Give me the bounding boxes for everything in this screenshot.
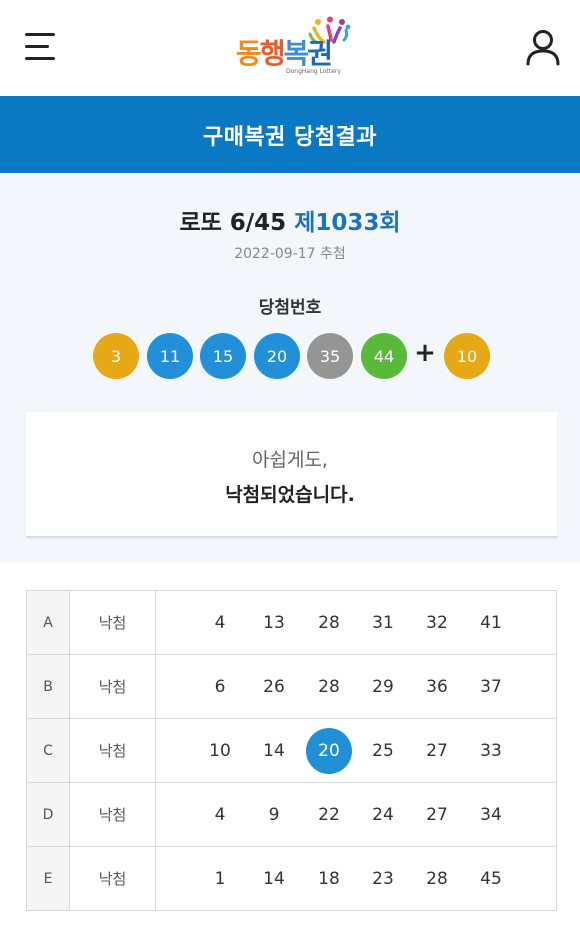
ticket-number: 10 [209, 740, 231, 761]
winning-ball: 11 [147, 333, 193, 379]
winning-ball: 44 [361, 333, 407, 379]
ticket-result: 낙첨 [70, 847, 156, 910]
winning-ball: 20 [254, 333, 300, 379]
ticket-number: 45 [480, 868, 502, 889]
ticket-number: 22 [318, 804, 340, 825]
ticket-number: 14 [263, 868, 285, 889]
menu-line [25, 45, 49, 48]
ticket-row: C 낙첨 10 14 20 25 27 33 [26, 718, 557, 783]
page-title-bar: 구매복권 당첨결과 [0, 96, 580, 173]
logo-text: 동행복권 [236, 32, 333, 72]
ticket-letter: B [27, 655, 70, 718]
menu-line [25, 57, 55, 60]
winning-ball: 3 [93, 333, 139, 379]
logo-char: 동 [236, 37, 262, 70]
logo-char: 권 [307, 37, 333, 70]
logo-subtitle: DongHang Lottery [286, 68, 341, 75]
menu-line [25, 33, 55, 36]
ticket-number: 25 [372, 740, 394, 761]
matched-ball: 20 [306, 727, 352, 774]
ticket-number: 26 [263, 676, 285, 697]
ticket-number: 6 [214, 676, 226, 697]
ticket-result: 낙첨 [70, 783, 156, 846]
ticket-number: 33 [480, 740, 502, 761]
round-number: 제1033회 [294, 210, 401, 236]
plus-sign: + [414, 338, 436, 368]
logo[interactable]: 동행복권 DongHang Lottery [232, 16, 352, 80]
winning-ball: 35 [307, 333, 353, 379]
ticket-number: 18 [318, 868, 340, 889]
ticket-result: 낙첨 [70, 655, 156, 718]
ticket-letter: A [27, 591, 70, 654]
ticket-number: 23 [372, 868, 394, 889]
result-message-line1: 아쉽게도, [252, 449, 328, 471]
user-icon[interactable] [524, 28, 562, 68]
header: 동행복권 DongHang Lottery [0, 0, 580, 96]
ticket-letter: C [27, 719, 70, 782]
logo-char: 복 [283, 37, 310, 70]
ticket-letter: E [27, 847, 70, 910]
ticket-number: 29 [372, 676, 394, 697]
page-title: 구매복권 당첨결과 [202, 124, 378, 150]
result-message-line2: 낙첨되었습니다. [225, 484, 355, 506]
bonus-ball: 10 [444, 333, 490, 379]
ticket-row: D 낙첨 4 9 22 24 27 34 [26, 782, 557, 847]
ticket-number: 13 [263, 612, 285, 633]
ticket-row: A 낙첨 4 13 28 31 32 41 [26, 590, 557, 655]
ticket-number: 27 [426, 740, 448, 761]
winning-ball: 15 [200, 333, 246, 379]
game-name: 로또 6/45 [179, 210, 287, 236]
ticket-number: 32 [426, 612, 448, 633]
ticket-letter: D [27, 783, 70, 846]
ticket-number: 28 [318, 676, 340, 697]
ticket-number-matched: 20 [306, 719, 352, 782]
ticket-number: 14 [263, 740, 285, 761]
ticket-number: 41 [480, 612, 502, 633]
ticket-number: 9 [268, 804, 280, 825]
ticket-number: 4 [214, 804, 226, 825]
ticket-result: 낙첨 [70, 719, 156, 782]
ticket-number: 37 [480, 676, 502, 697]
ticket-row: B 낙첨 6 26 28 29 36 37 [26, 654, 557, 719]
ticket-number: 28 [426, 868, 448, 889]
round-title: 로또 6/45 제1033회 [0, 203, 580, 237]
ticket-number: 36 [426, 676, 448, 697]
ticket-number: 24 [372, 804, 394, 825]
ticket-row: E 낙첨 1 14 18 23 28 45 [26, 846, 557, 911]
ticket-result: 낙첨 [70, 591, 156, 654]
ticket-number: 27 [426, 804, 448, 825]
ticket-number: 34 [480, 804, 502, 825]
ticket-number: 1 [214, 868, 226, 889]
result-message-box [26, 412, 557, 538]
menu-icon[interactable] [25, 33, 57, 61]
ticket-number: 4 [214, 612, 226, 633]
ticket-number: 28 [318, 612, 340, 633]
ticket-number: 31 [372, 612, 394, 633]
draw-date: 2022-09-17 추첨 [234, 246, 346, 262]
logo-char: 행 [259, 37, 286, 70]
winning-numbers-label: 당첨번호 [258, 298, 322, 318]
